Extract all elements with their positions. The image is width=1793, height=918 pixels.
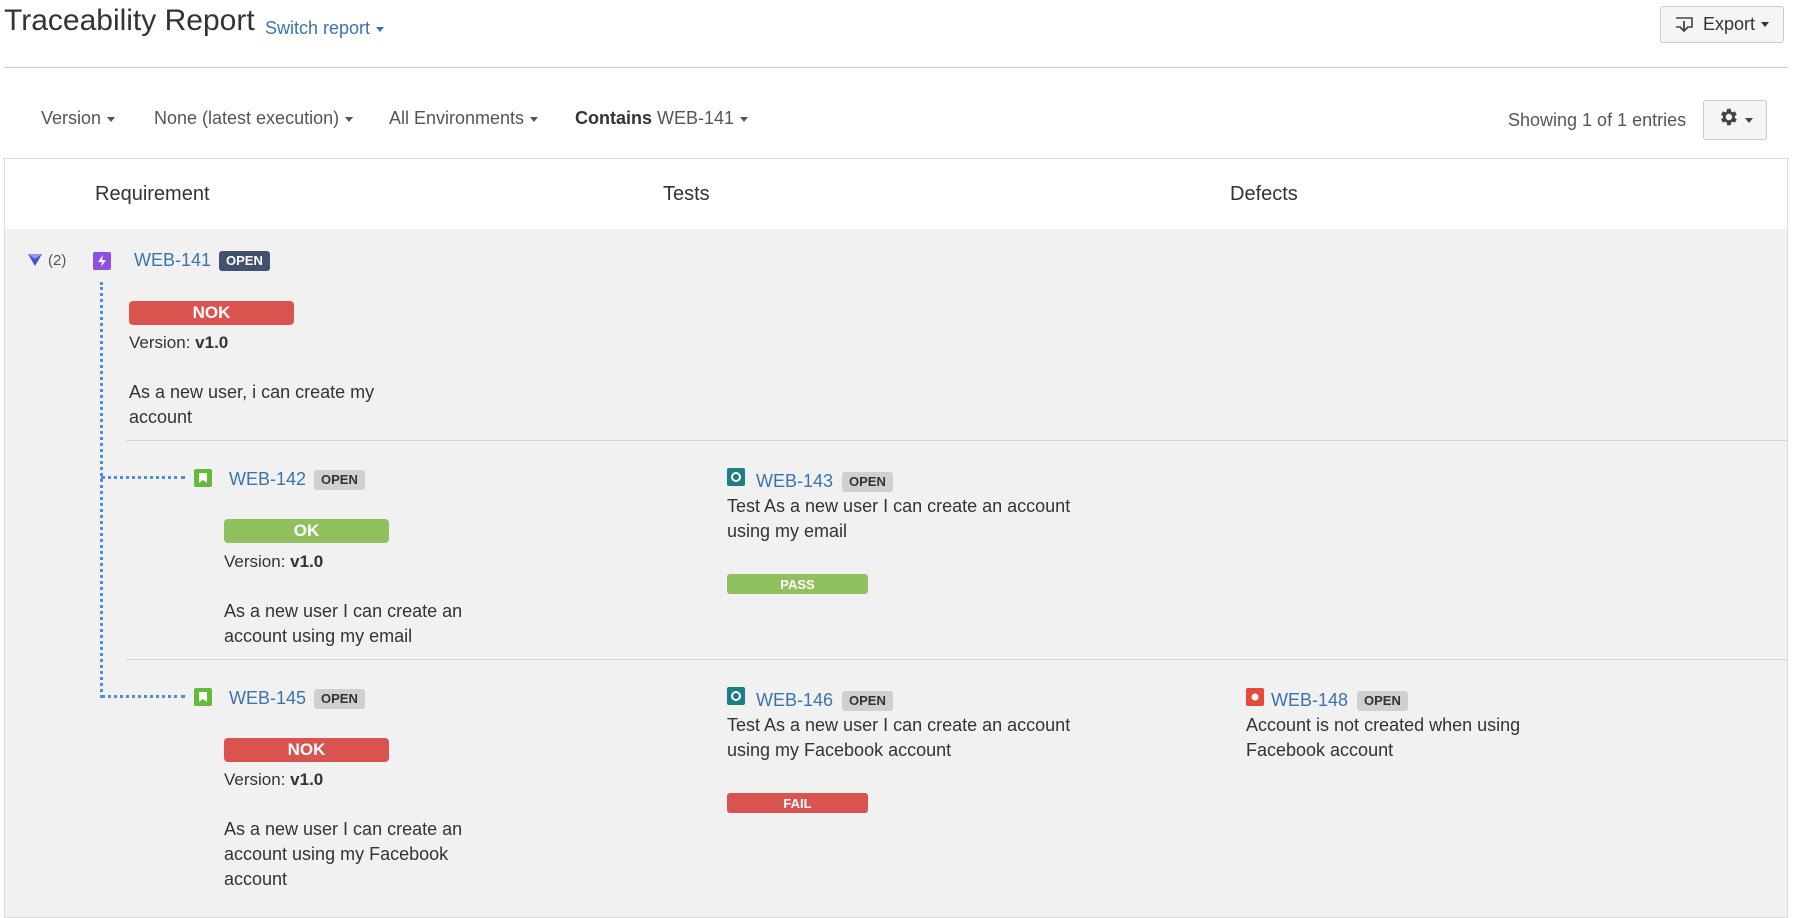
column-header-requirement: Requirement	[95, 183, 210, 205]
page-title: Traceability Report	[4, 4, 255, 37]
chevron-down-icon	[376, 26, 385, 32]
row-divider	[126, 659, 1788, 660]
status-badge: OPEN	[219, 251, 270, 271]
contains-value: WEB-141	[657, 108, 735, 128]
defect-status-wrap: OPEN	[1357, 691, 1408, 711]
execution-status-badge: FAIL	[727, 793, 868, 813]
export-button[interactable]: Export	[1660, 6, 1784, 43]
contains-filter[interactable]: Contains WEB-141	[575, 108, 749, 129]
version-label: Version:	[224, 552, 286, 571]
requirement-version: Version: v1.0	[129, 333, 228, 353]
version-filter-label: Version	[41, 108, 102, 128]
test-summary: Test As a new user I can create an accou…	[727, 715, 1071, 760]
header-divider	[4, 67, 1788, 68]
execution-status-badge: PASS	[727, 574, 868, 594]
story-result-badge: OK	[224, 519, 389, 543]
test-key-link[interactable]: WEB-146	[756, 690, 833, 711]
requirement-key-link[interactable]: WEB-141	[134, 250, 211, 271]
export-icon	[1675, 16, 1693, 33]
story-status-wrap: OPEN	[314, 689, 365, 709]
story-icon	[194, 688, 212, 706]
test-icon	[727, 468, 745, 486]
column-header-tests: Tests	[663, 183, 710, 205]
version-value: v1.0	[290, 770, 324, 789]
story-summary: As a new user I can create an account us…	[224, 601, 463, 646]
chevron-down-icon	[107, 116, 116, 122]
version-value: v1.0	[290, 552, 324, 571]
status-badge: OPEN	[842, 472, 893, 492]
status-badge: OPEN	[314, 470, 365, 490]
defect-summary: Account is not created when using Facebo…	[1246, 715, 1521, 760]
test-status-wrap: OPEN	[842, 691, 893, 711]
version-label: Version:	[129, 333, 191, 352]
table-header	[5, 159, 1787, 229]
version-filter[interactable]: Version	[41, 108, 116, 129]
contains-prefix: Contains	[575, 108, 653, 128]
tree-connector	[100, 282, 103, 698]
chevron-down-icon	[740, 116, 749, 122]
status-badge: OPEN	[1357, 691, 1408, 711]
environment-filter[interactable]: All Environments	[389, 108, 539, 129]
test-summary: Test As a new user I can create an accou…	[727, 496, 1071, 541]
story-icon	[194, 469, 212, 487]
export-label: Export	[1702, 14, 1756, 34]
version-value: v1.0	[195, 333, 229, 352]
status-badge: OPEN	[842, 691, 893, 711]
chevron-down-icon	[1761, 22, 1770, 27]
story-version: Version: v1.0	[224, 770, 323, 790]
story-version: Version: v1.0	[224, 552, 323, 572]
execution-filter[interactable]: None (latest execution)	[154, 108, 354, 129]
chevron-down-icon	[345, 116, 354, 122]
chevron-down-icon	[530, 116, 539, 122]
tree-connector	[101, 476, 185, 479]
settings-button[interactable]	[1703, 100, 1767, 140]
execution-filter-label: None (latest execution)	[154, 108, 340, 128]
status-badge: OPEN	[314, 689, 365, 709]
requirement-summary: As a new user, i can create my account	[129, 382, 375, 427]
story-key-link[interactable]: WEB-142	[229, 469, 306, 490]
test-status-wrap: OPEN	[842, 472, 893, 492]
requirement-status-wrap: OPEN	[219, 251, 270, 271]
story-key-link[interactable]: WEB-145	[229, 688, 306, 709]
collapse-toggle[interactable]	[27, 253, 43, 272]
row-divider	[126, 440, 1788, 441]
caret-down-icon	[28, 254, 42, 266]
defect-key-link[interactable]: WEB-148	[1271, 690, 1348, 711]
switch-report-dropdown[interactable]: Switch report	[265, 18, 385, 39]
requirement-result-badge: NOK	[129, 301, 294, 325]
test-icon	[727, 687, 745, 705]
tree-connector	[101, 695, 185, 698]
children-count: (2)	[48, 252, 67, 269]
bug-icon	[1246, 688, 1264, 706]
column-header-defects: Defects	[1230, 183, 1298, 205]
switch-report-label[interactable]: Switch report	[265, 18, 370, 38]
story-result-badge: NOK	[224, 738, 389, 762]
story-summary: As a new user I can create an account us…	[224, 819, 463, 889]
epic-icon	[93, 252, 111, 270]
gear-icon	[1717, 106, 1739, 134]
test-key-link[interactable]: WEB-143	[756, 471, 833, 492]
environment-filter-label: All Environments	[389, 108, 525, 128]
version-label: Version:	[224, 770, 286, 789]
chevron-down-icon	[1745, 117, 1753, 123]
story-status-wrap: OPEN	[314, 470, 365, 490]
entries-count: Showing 1 of 1 entries	[1508, 110, 1687, 130]
